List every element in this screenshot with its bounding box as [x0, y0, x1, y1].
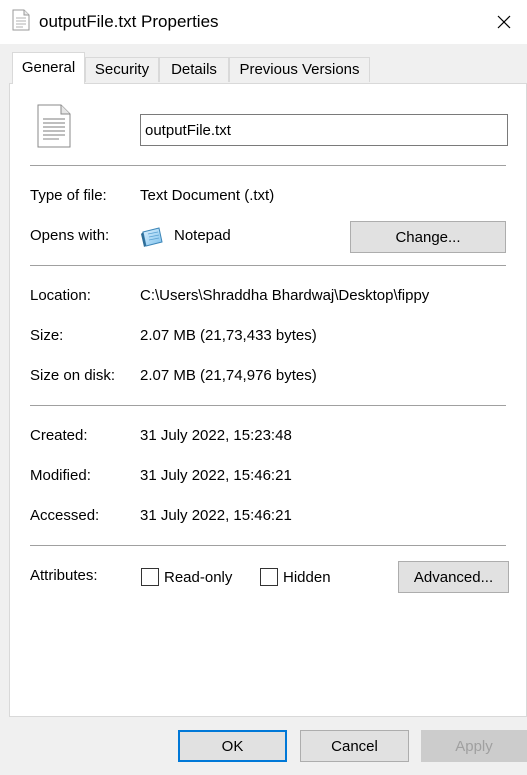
divider: [30, 405, 506, 406]
window-title: outputFile.txt Properties: [39, 12, 219, 31]
tab-previous-versions[interactable]: Previous Versions: [229, 57, 370, 82]
text-file-icon: [12, 9, 30, 31]
close-icon: [497, 15, 511, 29]
tab-security-label: Security: [94, 61, 150, 78]
modified-label: Modified:: [30, 467, 91, 484]
divider: [30, 545, 506, 546]
tab-details[interactable]: Details: [159, 57, 229, 82]
created-label: Created:: [30, 427, 88, 444]
modified-value: 31 July 2022, 15:46:21: [140, 467, 292, 484]
tab-details-label: Details: [171, 61, 217, 78]
change-button[interactable]: Change...: [350, 221, 506, 253]
read-only-checkbox[interactable]: [141, 568, 159, 586]
hidden-checkbox[interactable]: [260, 568, 278, 586]
tab-general-label: General: [21, 59, 76, 76]
location-value: C:\Users\Shraddha Bhardwaj\Desktop\fippy: [140, 287, 430, 304]
opens-with-label: Opens with:: [30, 227, 110, 244]
size-value: 2.07 MB (21,73,433 bytes): [140, 327, 317, 344]
tab-general[interactable]: General: [12, 52, 85, 84]
created-value: 31 July 2022, 15:23:48: [140, 427, 292, 444]
file-name-field[interactable]: [140, 114, 508, 146]
read-only-label[interactable]: Read-only: [164, 568, 232, 588]
opens-with-app: Notepad: [174, 227, 231, 244]
location-label: Location:: [30, 287, 91, 304]
divider: [30, 165, 506, 166]
accessed-label: Accessed:: [30, 507, 100, 524]
divider: [30, 265, 506, 266]
size-on-disk-value: 2.07 MB (21,74,976 bytes): [140, 367, 317, 384]
attributes-label: Attributes:: [30, 567, 98, 584]
tab-previous-versions-label: Previous Versions: [239, 61, 360, 78]
text-file-icon: [37, 104, 71, 148]
hidden-label[interactable]: Hidden: [283, 568, 331, 588]
apply-button[interactable]: Apply: [421, 730, 527, 762]
type-label: Type of file:: [30, 187, 107, 204]
size-label: Size:: [30, 327, 64, 344]
general-panel: [9, 83, 527, 717]
accessed-value: 31 July 2022, 15:46:21: [140, 507, 292, 524]
cancel-button[interactable]: Cancel: [300, 730, 409, 762]
size-on-disk-label: Size on disk:: [30, 367, 116, 384]
tab-security[interactable]: Security: [85, 57, 159, 82]
title-bar: outputFile.txt Properties: [0, 0, 527, 44]
close-button[interactable]: [481, 0, 527, 44]
advanced-button[interactable]: Advanced...: [398, 561, 509, 593]
ok-button[interactable]: OK: [178, 730, 287, 762]
notepad-icon: [141, 227, 163, 247]
type-value: Text Document (.txt): [140, 187, 275, 204]
